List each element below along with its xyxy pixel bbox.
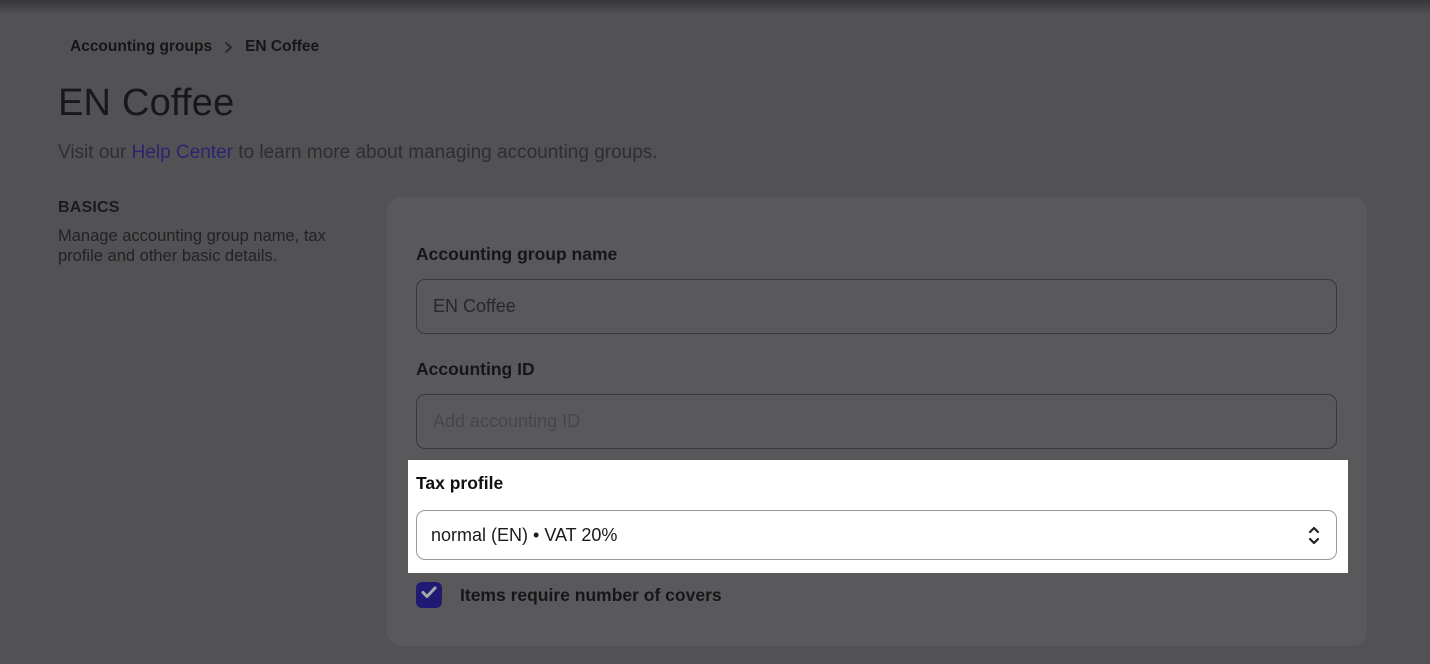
breadcrumb: Accounting groups EN Coffee <box>70 38 319 56</box>
accounting-group-name-label: Accounting group name <box>416 244 618 264</box>
accounting-id-label: Accounting ID <box>416 359 535 379</box>
chevron-up-down-icon <box>1308 526 1320 545</box>
subtitle-prefix: Visit our <box>58 142 132 163</box>
tax-profile-select[interactable]: normal (EN) • VAT 20% <box>416 510 1337 560</box>
basics-description: Manage accounting group name, tax profil… <box>58 227 326 265</box>
breadcrumb-accounting-groups[interactable]: Accounting groups <box>70 38 212 56</box>
accounting-group-name-field: Accounting group name <box>416 243 1337 334</box>
tax-profile-selected-value: normal (EN) • VAT 20% <box>431 524 618 545</box>
covers-checkbox[interactable] <box>416 582 442 608</box>
page-subtitle: Visit our Help Center to learn more abou… <box>58 142 658 164</box>
chevron-right-icon <box>224 41 233 54</box>
top-edge-shade <box>0 0 1430 14</box>
basics-heading: BASICS <box>58 199 120 216</box>
accounting-group-name-input[interactable] <box>416 279 1337 334</box>
accounting-id-field: Accounting ID <box>416 358 1337 449</box>
page-title: EN Coffee <box>58 82 235 124</box>
tax-profile-spotlight: Tax profile normal (EN) • VAT 20% <box>408 460 1348 573</box>
subtitle-suffix: to learn more about managing accounting … <box>232 142 658 163</box>
tax-profile-label: Tax profile <box>416 473 504 493</box>
basics-section-info: BASICS Manage accounting group name, tax… <box>58 199 348 266</box>
basics-settings-card: Accounting group name Accounting ID Tax … <box>387 197 1367 646</box>
check-icon <box>421 586 437 604</box>
covers-checkbox-row: Items require number of covers <box>416 582 1337 608</box>
breadcrumb-current: EN Coffee <box>245 38 320 55</box>
accounting-id-input[interactable] <box>416 394 1337 449</box>
help-center-link[interactable]: Help Center <box>132 142 233 163</box>
covers-checkbox-label[interactable]: Items require number of covers <box>460 582 722 608</box>
